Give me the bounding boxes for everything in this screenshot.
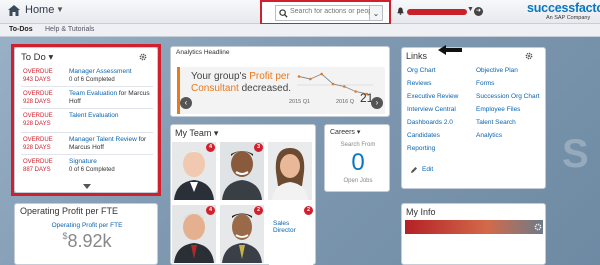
notification-badge: 2 bbox=[254, 206, 263, 215]
link-dashboards[interactable]: Dashboards 2.0 bbox=[407, 119, 453, 126]
brand-logo: successfactors bbox=[527, 1, 600, 15]
search-input[interactable] bbox=[290, 8, 370, 15]
my-info-card: My Info bbox=[401, 203, 546, 265]
notification-badge: 3 bbox=[254, 143, 263, 152]
brand-tagline: An SAP Company bbox=[546, 15, 591, 21]
axis-label: 2015 Q1 bbox=[289, 99, 311, 105]
notification-badge: 2 bbox=[304, 206, 313, 215]
home-menu[interactable]: Home bbox=[25, 4, 54, 16]
trend-point bbox=[320, 72, 323, 76]
task-progress: 0 of 6 Completed bbox=[69, 77, 115, 83]
show-more-chevron-icon[interactable] bbox=[83, 184, 91, 189]
pencil-icon[interactable] bbox=[410, 166, 418, 174]
bell-icon[interactable] bbox=[397, 7, 404, 15]
open-jobs-caption: Open Jobs bbox=[343, 178, 373, 184]
profit-subtitle[interactable]: Operating Profit per FTE bbox=[15, 222, 159, 229]
search-dropdown-button[interactable]: ⌄ bbox=[370, 5, 383, 21]
notification-badge: 4 bbox=[206, 143, 215, 152]
open-jobs-count[interactable]: 0 bbox=[325, 149, 391, 177]
overdue-label: OVERDUE 928 DAYS bbox=[23, 113, 53, 127]
divider bbox=[21, 154, 153, 155]
task-link[interactable]: Manager Assessment bbox=[69, 68, 157, 76]
link-succession-org-chart[interactable]: Succession Org Chart bbox=[476, 93, 540, 100]
link-executive-review[interactable]: Executive Review bbox=[407, 93, 458, 100]
todo-title[interactable]: To Do ▾ bbox=[21, 52, 53, 63]
link-objective-plan[interactable]: Objective Plan bbox=[476, 67, 518, 74]
gear-icon[interactable] bbox=[139, 53, 147, 61]
todo-item[interactable]: OVERDUE 928 DAYS Talent Evaluation bbox=[15, 112, 159, 138]
task-link[interactable]: Team Evaluation for Marcus Hoff bbox=[69, 90, 157, 106]
search-highlight: ⌄ bbox=[260, 0, 391, 25]
profit-card[interactable]: Operating Profit per FTE Operating Profi… bbox=[14, 203, 158, 265]
divider bbox=[21, 108, 153, 109]
edit-link[interactable]: Edit bbox=[422, 166, 433, 173]
analytics-title: Analytics Headline bbox=[176, 49, 230, 56]
trend-point bbox=[331, 82, 335, 86]
link-interview-central[interactable]: Interview Central bbox=[407, 106, 456, 113]
team-member-photo[interactable] bbox=[268, 142, 312, 200]
link-reporting[interactable]: Reporting bbox=[407, 145, 435, 152]
careers-title[interactable]: Careers ▾ bbox=[330, 128, 360, 136]
team-member-title[interactable]: Sales Director bbox=[273, 220, 313, 234]
link-org-chart[interactable]: Org Chart bbox=[407, 67, 436, 74]
home-icon[interactable] bbox=[7, 4, 21, 17]
top-bar: Home ▼ ⌄ ▼ ➜ successfactors An SAP Compa… bbox=[0, 0, 600, 25]
link-candidates[interactable]: Candidates bbox=[407, 132, 440, 139]
analytics-card: Analytics Headline Your group's Profit p… bbox=[170, 46, 390, 117]
task-progress: 0 of 6 Completed bbox=[69, 167, 115, 173]
chevron-down-icon[interactable]: ▼ bbox=[56, 5, 64, 14]
notification-badge: 4 bbox=[206, 206, 215, 215]
todo-card: To Do ▾ OVERDUE 943 DAYS Manager Assessme… bbox=[14, 47, 158, 193]
search-icon bbox=[279, 9, 288, 18]
analytics-text: Your group's Profit per Consultant decre… bbox=[191, 71, 292, 94]
links-card: Links Org Chart Reviews Executive Review… bbox=[401, 47, 546, 189]
axis-label: 2016 Q bbox=[336, 99, 355, 105]
link-employee-files[interactable]: Employee Files bbox=[476, 106, 520, 113]
team-member-card[interactable]: Sales Director bbox=[269, 209, 313, 265]
accent-bar bbox=[177, 67, 180, 114]
task-link[interactable]: Talent Evaluation bbox=[69, 112, 157, 120]
background-watermark: S bbox=[562, 132, 589, 176]
task-link[interactable]: Manager Talent Review for Marcus Hoff bbox=[69, 136, 157, 152]
link-talent-search[interactable]: Talent Search bbox=[476, 119, 516, 126]
gear-icon[interactable] bbox=[525, 52, 533, 60]
tab-help-tutorials[interactable]: Help & Tutorials bbox=[45, 26, 94, 33]
my-team-title[interactable]: My Team ▾ bbox=[175, 128, 218, 139]
trend-point bbox=[343, 85, 346, 88]
profit-title: Operating Profit per FTE bbox=[20, 206, 119, 216]
my-team-card: My Team ▾ 4 3 4 2 Sales Director 2 bbox=[170, 124, 316, 265]
next-arrow-icon[interactable]: › bbox=[371, 97, 383, 109]
gear-icon[interactable] bbox=[534, 223, 542, 231]
link-reviews[interactable]: Reviews bbox=[407, 80, 432, 87]
trend-point bbox=[309, 77, 312, 81]
profile-banner[interactable] bbox=[405, 220, 543, 234]
sub-navigation: To-Dos Help & Tutorials bbox=[0, 24, 600, 37]
task-link[interactable]: Signature bbox=[69, 158, 157, 166]
tab-to-dos[interactable]: To-Dos bbox=[9, 26, 33, 33]
previous-arrow-icon[interactable]: ‹ bbox=[180, 97, 192, 109]
trend-point bbox=[354, 90, 357, 93]
analytics-headline[interactable]: Your group's Profit per Consultant decre… bbox=[177, 67, 385, 114]
link-analytics[interactable]: Analytics bbox=[476, 132, 502, 139]
profit-value: $8.92k bbox=[62, 231, 112, 251]
todo-item[interactable]: OVERDUE 887 DAYS Signature 0 of 6 Complet… bbox=[15, 158, 159, 184]
trend-point bbox=[297, 75, 301, 78]
careers-card[interactable]: Careers ▾ Search From 0 Open Jobs bbox=[324, 124, 390, 192]
search-field[interactable] bbox=[275, 5, 370, 21]
my-info-title: My Info bbox=[406, 207, 436, 217]
overdue-label: OVERDUE 928 DAYS bbox=[23, 137, 53, 151]
divider bbox=[21, 86, 153, 87]
user-name-redacted[interactable] bbox=[407, 9, 467, 15]
divider bbox=[21, 132, 153, 133]
links-title: Links bbox=[406, 51, 428, 61]
arrow-left-icon bbox=[438, 45, 462, 55]
careers-search-label: Search From bbox=[340, 142, 376, 148]
link-forms[interactable]: Forms bbox=[476, 80, 494, 87]
overdue-label: OVERDUE 943 DAYS bbox=[23, 69, 53, 83]
overdue-label: OVERDUE 887 DAYS bbox=[23, 159, 53, 173]
user-menu-chevron-icon[interactable]: ▼ bbox=[467, 6, 474, 13]
arrow-right-icon[interactable]: ➜ bbox=[474, 7, 483, 16]
overdue-label: OVERDUE 928 DAYS bbox=[23, 91, 53, 105]
